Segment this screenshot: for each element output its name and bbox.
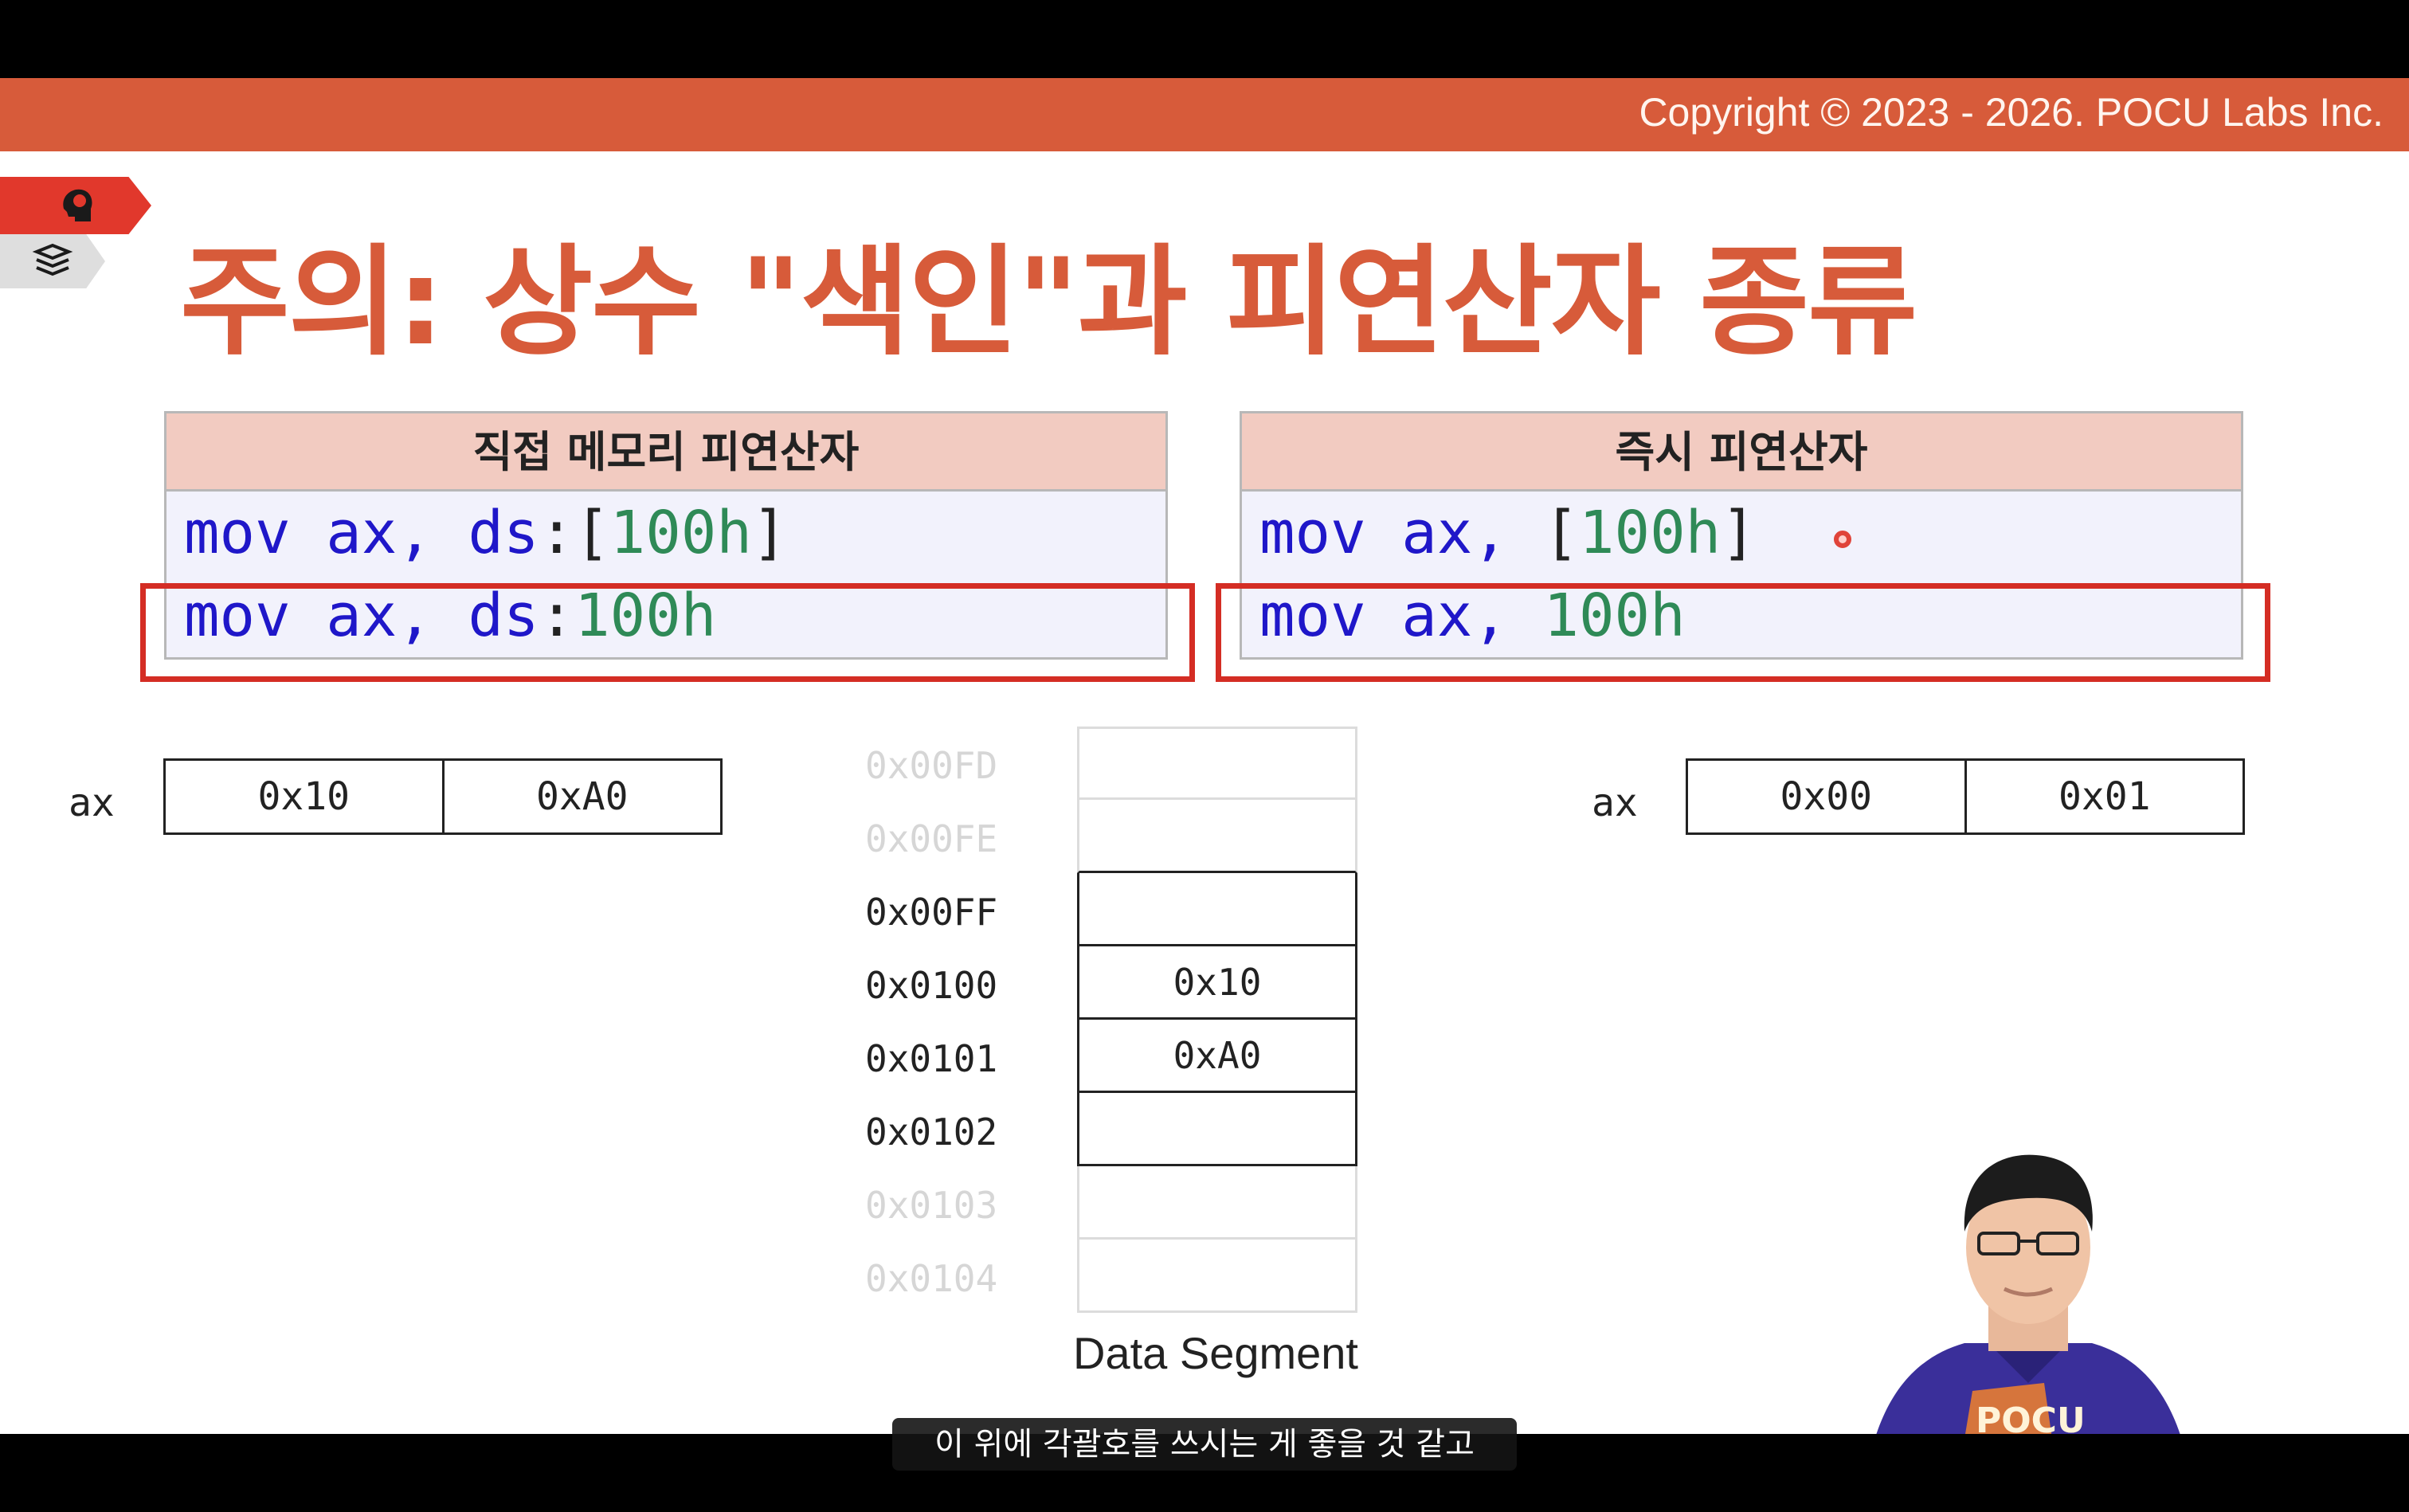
- memory-address: 0x00FE: [865, 817, 998, 860]
- register-low-byte: 0xA0: [441, 761, 721, 832]
- memory-row: 0x0102: [860, 1093, 1370, 1166]
- memory-row: 0x0104: [860, 1240, 1370, 1313]
- highlight-box-direct: [140, 583, 1195, 682]
- code-line: mov ax, [100h]: [1259, 499, 1757, 567]
- memory-row: 0x00FE: [860, 800, 1370, 873]
- memory-address: 0x0101: [865, 1037, 998, 1080]
- register-low-byte: 0x01: [1964, 761, 2243, 832]
- data-segment-caption: Data Segment: [1073, 1328, 1358, 1378]
- memory-cell: [1077, 873, 1357, 946]
- memory-cell: [1077, 1240, 1357, 1313]
- memory-row: 0x00FD: [860, 727, 1370, 800]
- register-high-byte: 0x00: [1780, 774, 1873, 819]
- copyright-bar: Copyright © 2023 - 2026. POCU Labs Inc.: [0, 78, 2409, 151]
- register-label: ax: [69, 781, 115, 825]
- slide-title: 주의: 상수 "색인"과 피연산자 종류: [180, 233, 1917, 372]
- memory-row: 0x0103: [860, 1166, 1370, 1240]
- memory-row: 0x0101 0xA0: [860, 1020, 1370, 1093]
- memory-cell: [1077, 800, 1357, 873]
- slide: Copyright © 2023 - 2026. POCU Labs Inc. …: [0, 78, 2409, 1434]
- highlight-box-immediate: [1216, 583, 2270, 682]
- presenter-video: POCU: [1876, 1154, 2180, 1434]
- memory-address: 0x00FF: [865, 891, 998, 934]
- immediate-table-header: 즉시 피연산자: [1242, 413, 2241, 492]
- subtitle-caption: 이 위에 각괄호를 쓰시는 게 좋을 것 같고: [892, 1418, 1517, 1471]
- books-stack-icon: [32, 243, 73, 276]
- memory-cell: 0x10: [1077, 946, 1357, 1020]
- brain-head-icon: [63, 189, 92, 221]
- memory-cell: [1077, 1093, 1357, 1166]
- register-ax-immediate: 0x00 0x01: [1686, 758, 2245, 835]
- memory-cell: [1077, 1166, 1357, 1240]
- memory-address: 0x0102: [865, 1110, 998, 1154]
- memory-address: 0x0100: [865, 964, 998, 1007]
- presenter-shirt-text: POCU: [1976, 1400, 2086, 1434]
- memory-row: 0x00FF: [860, 873, 1370, 946]
- memory-cell: 0xA0: [1077, 1020, 1357, 1093]
- register-high-byte: 0x10: [257, 774, 351, 819]
- direct-table-header: 직접 메모리 피연산자: [166, 413, 1165, 492]
- memory-address: 0x00FD: [865, 744, 998, 787]
- code-line: mov ax, ds:[100h]: [184, 499, 788, 567]
- memory-address: 0x0103: [865, 1184, 998, 1227]
- register-label: ax: [1592, 781, 1638, 825]
- register-ax-direct: 0x10 0xA0: [163, 758, 723, 835]
- data-segment-memory: 0x00FD 0x00FE 0x00FF 0x0100 0x10 0x0101 …: [860, 727, 1370, 1313]
- side-tab-brain[interactable]: [0, 177, 151, 234]
- memory-cell: [1077, 727, 1357, 800]
- memory-row: 0x0100 0x10: [860, 946, 1370, 1020]
- memory-address: 0x0104: [865, 1257, 998, 1300]
- copyright-text: Copyright © 2023 - 2026. POCU Labs Inc.: [1639, 90, 2384, 135]
- laser-pointer: [1834, 531, 1851, 548]
- side-tab-books[interactable]: [0, 234, 105, 288]
